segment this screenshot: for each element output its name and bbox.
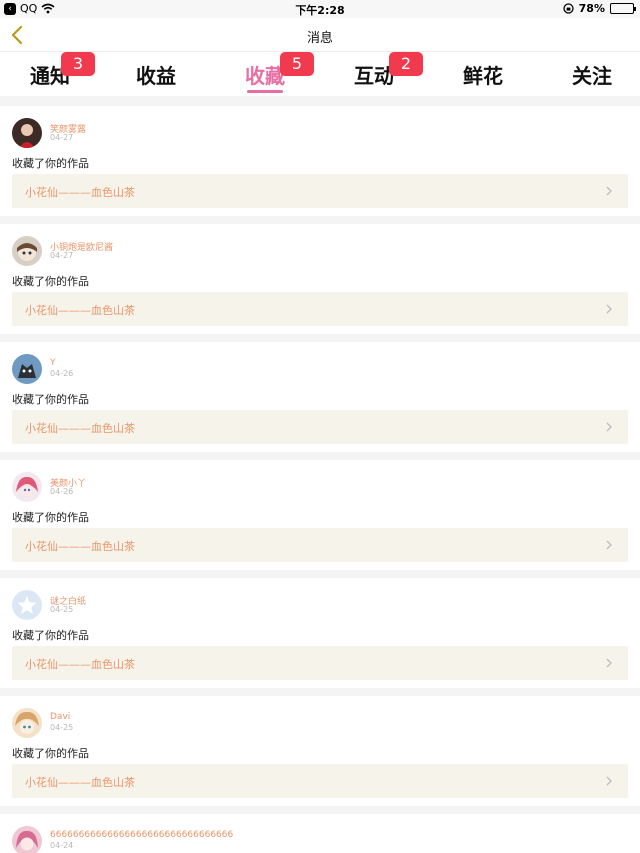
item-date: 04-26 <box>50 487 74 496</box>
tab-earnings[interactable]: 收益 <box>106 60 206 89</box>
work-title: 小花仙———血色山茶 <box>25 776 135 789</box>
item-date: 04-26 <box>50 369 74 378</box>
nav-bar: 消息 <box>0 18 640 52</box>
battery-icon <box>610 3 636 14</box>
item-date: 04-27 <box>50 133 74 142</box>
work-link[interactable]: 小花仙———血色山茶 <box>12 174 628 208</box>
list-item: Y 04-26 收藏了你的作品 小花仙———血色山茶 <box>0 342 640 452</box>
tab-bar: 通知 3 收益 收藏 5 互动 2 鲜花 关注 <box>0 52 640 96</box>
action-text: 收藏了你的作品 <box>12 275 89 288</box>
item-date: 04-25 <box>50 723 74 732</box>
user-name[interactable]: 66666666666666666666666666666666 <box>50 830 233 840</box>
tab-badge: 3 <box>61 52 95 76</box>
chevron-right-icon <box>606 658 612 668</box>
tab-label: 鲜花 <box>463 64 503 88</box>
work-link[interactable]: 小花仙———血色山茶 <box>12 764 628 798</box>
status-time: 下午2:28 <box>295 4 345 17</box>
user-avatar-icon[interactable] <box>12 118 42 148</box>
item-date: 04-25 <box>50 605 74 614</box>
user-avatar-icon[interactable] <box>12 472 42 502</box>
status-right: 78% <box>563 2 636 15</box>
active-tab-indicator <box>247 90 283 93</box>
user-avatar-icon[interactable] <box>12 826 42 853</box>
tab-label: 收益 <box>136 64 176 88</box>
item-date: 04-24 <box>50 841 74 850</box>
user-avatar-icon[interactable] <box>12 708 42 738</box>
action-text: 收藏了你的作品 <box>12 629 89 642</box>
tab-notifications[interactable]: 通知 3 <box>0 52 100 89</box>
rotation-lock-icon <box>563 3 574 14</box>
list-item: 美颜小丫 04-26 收藏了你的作品 小花仙———血色山茶 <box>0 460 640 570</box>
user-name[interactable]: Y <box>50 358 56 368</box>
item-date: 04-27 <box>50 251 74 260</box>
status-bar: ‹ QQ 下午2:28 78% <box>0 0 640 18</box>
work-title: 小花仙———血色山茶 <box>25 422 135 435</box>
tab-label: 关注 <box>572 64 612 88</box>
action-text: 收藏了你的作品 <box>12 511 89 524</box>
tab-follows[interactable]: 关注 <box>542 60 640 89</box>
list-item: 笑颜雾蕗 04-27 收藏了你的作品 小花仙———血色山茶 <box>0 106 640 216</box>
list-item: 66666666666666666666666666666666 04-24 <box>0 814 640 853</box>
action-text: 收藏了你的作品 <box>12 393 89 406</box>
tab-favorites[interactable]: 收藏 5 <box>215 52 315 93</box>
chevron-right-icon <box>606 776 612 786</box>
user-avatar-icon[interactable] <box>12 354 42 384</box>
work-title: 小花仙———血色山茶 <box>25 304 135 317</box>
user-avatar-icon[interactable] <box>12 236 42 266</box>
chevron-right-icon <box>606 304 612 314</box>
work-link[interactable]: 小花仙———血色山茶 <box>12 410 628 444</box>
work-title: 小花仙———血色山茶 <box>25 186 135 199</box>
tab-badge: 5 <box>280 52 314 76</box>
user-name[interactable]: Davi <box>50 712 70 722</box>
battery-percent: 78% <box>578 2 605 15</box>
chevron-right-icon <box>606 186 612 196</box>
work-link[interactable]: 小花仙———血色山茶 <box>12 646 628 680</box>
chevron-right-icon <box>606 540 612 550</box>
work-title: 小花仙———血色山茶 <box>25 540 135 553</box>
list-item: Davi 04-25 收藏了你的作品 小花仙———血色山茶 <box>0 696 640 806</box>
action-text: 收藏了你的作品 <box>12 747 89 760</box>
tab-interactions[interactable]: 互动 2 <box>324 52 424 89</box>
tab-flowers[interactable]: 鲜花 <box>433 60 533 89</box>
tab-label: 收藏 <box>245 64 285 88</box>
action-text: 收藏了你的作品 <box>12 157 89 170</box>
work-link[interactable]: 小花仙———血色山茶 <box>12 292 628 326</box>
tab-label: 互动 <box>354 64 394 88</box>
list-item: 小铜炮是欧尼酱 04-27 收藏了你的作品 小花仙———血色山茶 <box>0 224 640 334</box>
work-title: 小花仙———血色山茶 <box>25 658 135 671</box>
chevron-right-icon <box>606 422 612 432</box>
work-link[interactable]: 小花仙———血色山茶 <box>12 528 628 562</box>
page-title: 消息 <box>306 31 333 46</box>
list-item: 谜之白纸 04-25 收藏了你的作品 小花仙———血色山茶 <box>0 578 640 688</box>
tab-badge: 2 <box>389 52 423 76</box>
default-star-avatar-icon[interactable] <box>12 590 42 620</box>
